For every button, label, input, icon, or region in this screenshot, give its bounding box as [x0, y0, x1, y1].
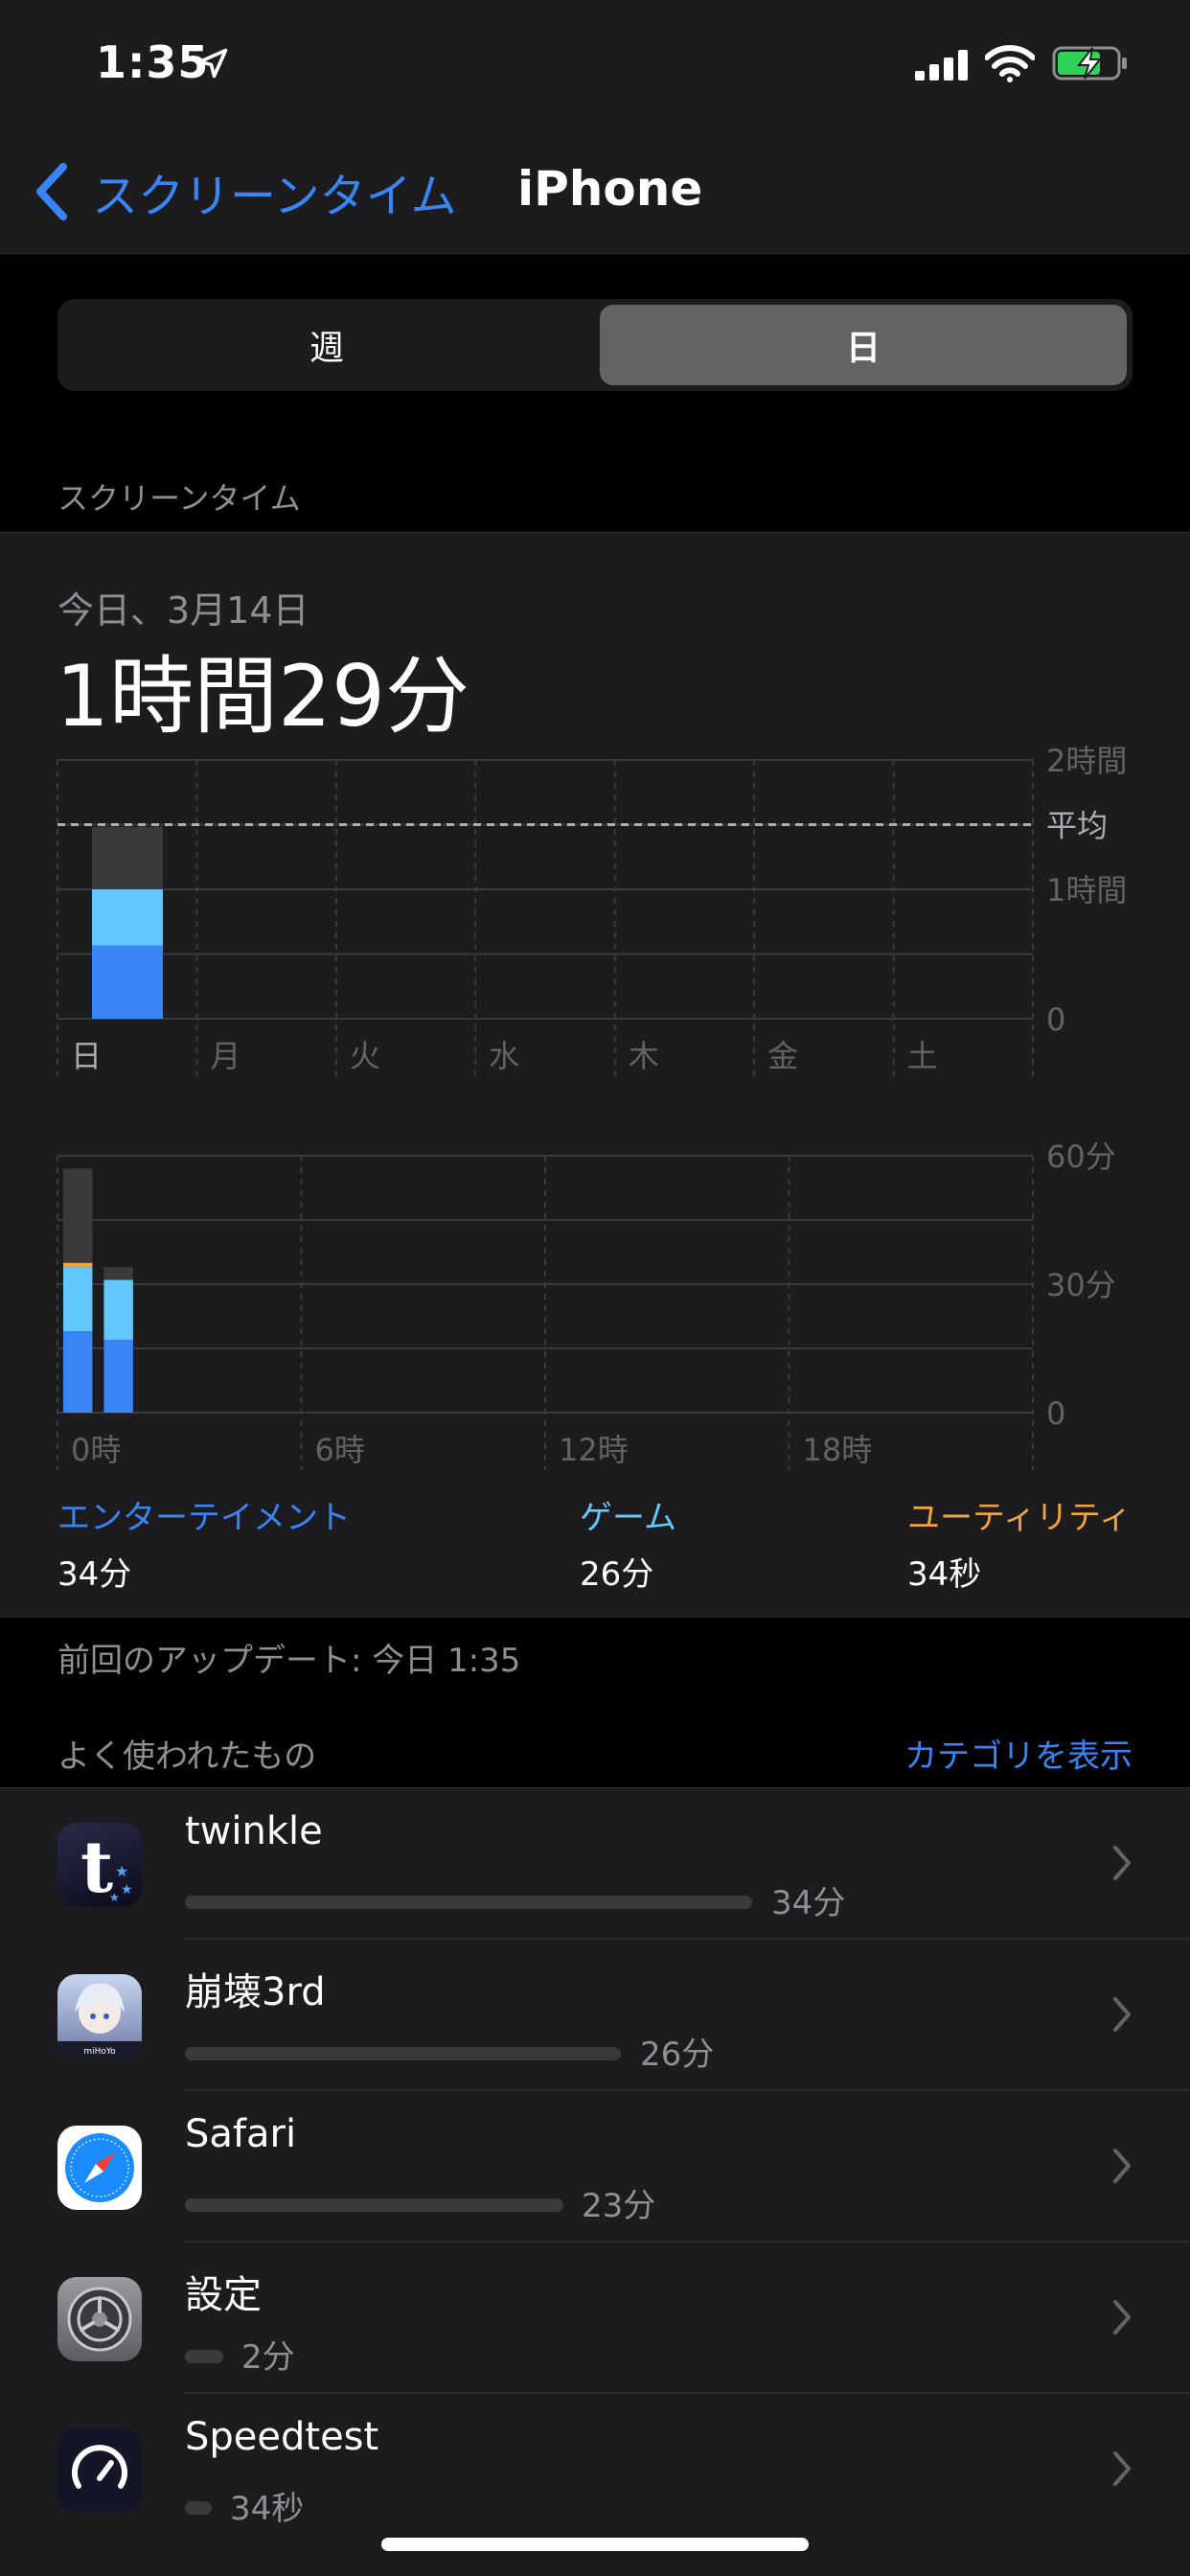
chevron-left-icon — [36, 163, 67, 220]
legend-games: ゲーム 26分 — [580, 1491, 676, 1595]
legend-name: ゲーム — [580, 1499, 676, 1537]
x-tick-label: 18時 — [803, 1432, 873, 1468]
x-tick-label: 12時 — [559, 1432, 629, 1468]
battery-charging-icon — [1052, 46, 1127, 80]
legend-value: 34分 — [57, 1555, 132, 1594]
navigation-bar: 1:35 スクリーンタイム iPhone — [0, 0, 1190, 254]
app-name: Speedtest — [185, 2415, 379, 2459]
app-usage-time: 26分 — [640, 2036, 715, 2074]
section-header-most-used: よく使われたもの — [57, 1737, 317, 1776]
wifi-icon — [985, 45, 1035, 82]
legend-name: エンターテイメント — [57, 1499, 351, 1537]
settings-icon — [57, 2277, 142, 2361]
location-arrow-icon — [197, 48, 228, 79]
usage-bar — [185, 1896, 752, 1909]
bar-segment — [63, 1262, 93, 1268]
period-segmented-control: 週 日 — [57, 299, 1133, 391]
back-label: スクリーンタイム — [92, 170, 457, 223]
x-tick-label: 0時 — [71, 1432, 121, 1468]
bar-segment — [63, 1331, 93, 1413]
app-name: Safari — [185, 2112, 297, 2156]
legend-name: ユーティリティ — [907, 1499, 1132, 1537]
usage-bar — [185, 2047, 621, 2060]
bar-segment — [63, 1267, 93, 1332]
chevron-right-icon — [1113, 2149, 1131, 2183]
svg-text:★: ★ — [115, 1862, 128, 1880]
back-button[interactable]: スクリーンタイム — [33, 158, 457, 225]
y-tick-label: 0 — [1046, 1395, 1065, 1432]
usage-bar — [185, 2501, 212, 2515]
screen-time-card: 今日、3月14日 1時間29分 2時間 1時間 0 平均日月火水木金土 60分 30分 0… — [0, 532, 1190, 1618]
speedtest-icon — [57, 2428, 142, 2513]
app-usage-time: 34分 — [771, 1884, 846, 1922]
usage-bar — [185, 2198, 563, 2212]
bar-segment — [63, 1168, 93, 1263]
svg-text:miHoYo: miHoYo — [83, 2047, 116, 2057]
page-title: iPhone — [517, 161, 703, 217]
bar-segment — [103, 1279, 133, 1341]
list-item-safari[interactable]: Safari 23分 — [0, 2091, 1190, 2242]
last-update-text: 前回のアップデート: 今日 1:35 — [57, 1642, 521, 1680]
chevron-right-icon — [1113, 1846, 1131, 1880]
home-indicator[interactable] — [381, 2538, 809, 2551]
screen: 1:35 スクリーンタイム iPhone 週 日 スクリーンタイム 今日、3月1… — [0, 0, 1190, 2576]
app-name: 崩壊3rd — [185, 1970, 326, 2014]
legend-utilities: ユーティリティ 34秒 — [907, 1491, 1132, 1595]
app-usage-time: 23分 — [582, 2187, 656, 2225]
cellular-signal-icon — [915, 50, 968, 80]
usage-bar — [185, 2350, 223, 2363]
y-tick-label: 60分 — [1046, 1138, 1116, 1175]
list-item-twinkle[interactable]: t ★ ★ ★ twinkle 34分 — [0, 1788, 1190, 1940]
svg-text:★: ★ — [121, 1882, 133, 1898]
section-header-screen-time: スクリーンタイム — [57, 480, 301, 517]
bar-segment — [103, 1340, 133, 1413]
list-item-speedtest[interactable]: Speedtest 34秒 — [0, 2394, 1190, 2545]
honkai-icon: miHoYo — [57, 1974, 142, 2058]
twinkle-icon: t ★ ★ ★ — [57, 1823, 142, 1907]
list-item-settings[interactable]: 設定 2分 — [0, 2242, 1190, 2394]
show-categories-button[interactable]: カテゴリを表示 — [904, 1730, 1133, 1777]
app-usage-time: 2分 — [241, 2338, 295, 2377]
chevron-right-icon — [1113, 2300, 1131, 2334]
svg-text:★: ★ — [109, 1891, 120, 1904]
app-name: twinkle — [185, 1809, 323, 1853]
safari-icon — [57, 2126, 142, 2210]
legend-value: 34秒 — [907, 1555, 982, 1594]
chevron-right-icon — [1113, 2451, 1131, 2486]
legend-value: 26分 — [580, 1555, 654, 1594]
segment-week[interactable]: 週 — [63, 305, 590, 385]
hourly-chart-svg: 60分 30分 0 0時 6時 12時 18時 — [57, 1138, 1116, 1470]
app-name: 設定 — [185, 2273, 262, 2317]
app-usage-time: 34秒 — [230, 2490, 305, 2528]
most-used-list: t ★ ★ ★ twinkle 34分 miHoYo 崩壊3rd 26分 Saf… — [0, 1787, 1190, 2576]
legend-entertainment: エンターテイメント 34分 — [57, 1491, 351, 1595]
chevron-right-icon — [1113, 1997, 1131, 2032]
segment-day[interactable]: 日 — [600, 305, 1127, 385]
status-time: 1:35 — [96, 36, 210, 88]
bar-segment — [103, 1267, 133, 1280]
list-item-honkai[interactable]: miHoYo 崩壊3rd 26分 — [0, 1940, 1190, 2091]
y-tick-label: 30分 — [1046, 1267, 1116, 1303]
x-tick-label: 6時 — [315, 1432, 365, 1468]
